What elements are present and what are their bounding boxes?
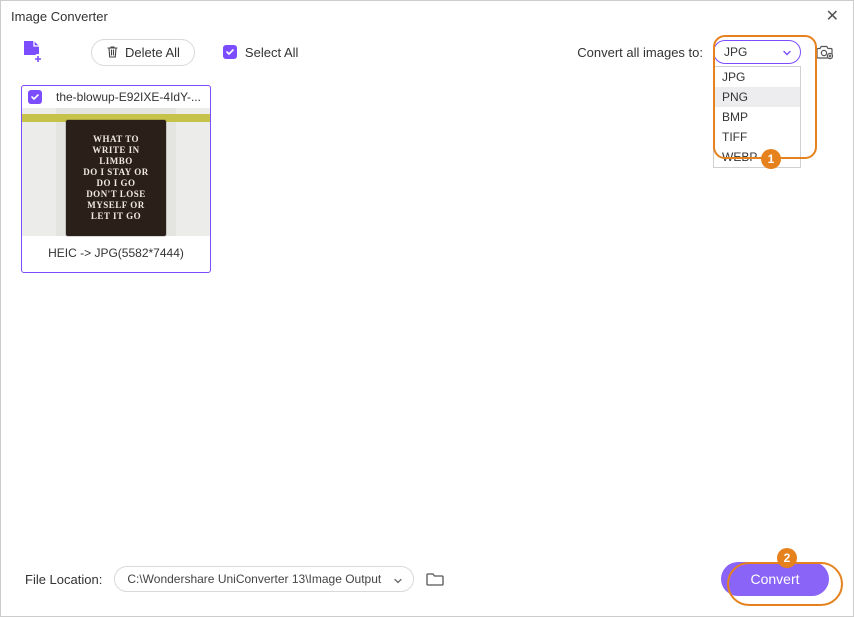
convert-button[interactable]: Convert: [721, 562, 829, 596]
card-checkbox[interactable]: [28, 90, 42, 104]
format-dropdown: JPG PNG BMP TIFF WEBP: [713, 66, 801, 168]
file-location-select[interactable]: C:\Wondershare UniConverter 13\Image Out…: [114, 566, 414, 592]
delete-all-label: Delete All: [125, 45, 180, 60]
select-all-checkbox[interactable]: Select All: [223, 45, 298, 60]
chevron-down-icon: [782, 47, 792, 61]
format-option-jpg[interactable]: JPG: [714, 67, 800, 87]
card-header: the-blowup-E92IXE-4IdY-...: [22, 86, 210, 108]
card-thumbnail: WHAT TO WRITE IN LIMBO DO I STAY OR DO I…: [22, 108, 210, 236]
format-option-png[interactable]: PNG: [714, 87, 800, 107]
delete-all-button[interactable]: Delete All: [91, 39, 195, 66]
titlebar: Image Converter ✕: [1, 1, 853, 29]
add-file-icon[interactable]: [21, 40, 43, 64]
poster-text: WHAT TO WRITE IN LIMBO DO I STAY OR DO I…: [66, 120, 166, 236]
settings-icon[interactable]: [815, 43, 833, 61]
trash-icon: [106, 45, 119, 59]
format-option-tiff[interactable]: TIFF: [714, 127, 800, 147]
file-location-value: C:\Wondershare UniConverter 13\Image Out…: [127, 572, 381, 586]
convert-to-label: Convert all images to:: [577, 45, 703, 60]
checkbox-icon: [223, 45, 237, 59]
format-selected-value: JPG: [724, 45, 747, 59]
card-filename: the-blowup-E92IXE-4IdY-...: [56, 90, 201, 104]
format-select[interactable]: JPG: [713, 40, 801, 64]
window-title: Image Converter: [11, 9, 108, 24]
select-all-label: Select All: [245, 45, 298, 60]
bottom-bar: File Location: C:\Wondershare UniConvert…: [1, 546, 853, 616]
card-conversion-info: HEIC -> JPG(5582*7444): [22, 236, 210, 272]
toolbar: Delete All Select All Convert all images…: [1, 29, 853, 79]
open-folder-icon[interactable]: [426, 571, 444, 587]
file-location-label: File Location:: [25, 572, 102, 587]
format-option-bmp[interactable]: BMP: [714, 107, 800, 127]
image-card[interactable]: the-blowup-E92IXE-4IdY-... WHAT TO WRITE…: [21, 85, 211, 273]
chevron-down-icon: [393, 575, 403, 589]
format-option-webp[interactable]: WEBP: [714, 147, 800, 167]
close-icon[interactable]: ✕: [822, 6, 843, 26]
